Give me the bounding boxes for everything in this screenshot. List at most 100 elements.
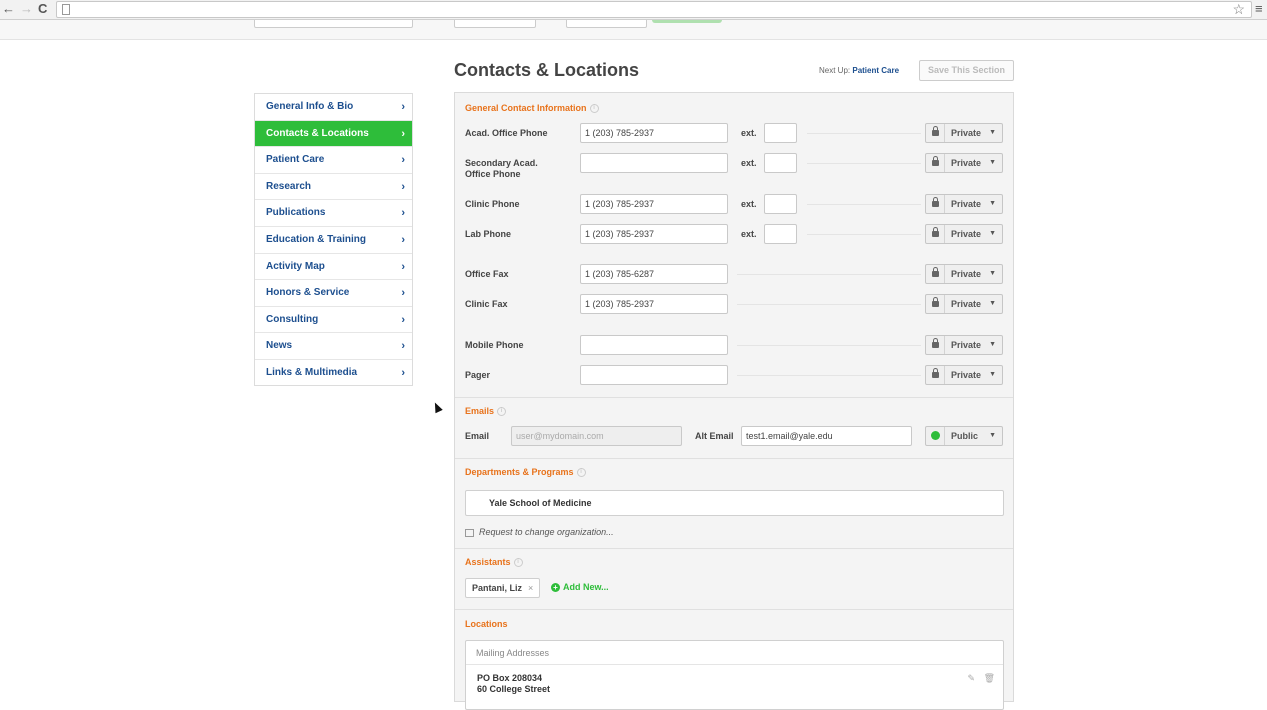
section-divider	[455, 397, 1013, 398]
browser-menu-icon[interactable]: ≡	[1255, 1, 1263, 16]
chevron-right-icon: ›	[401, 287, 405, 300]
lock-icon	[931, 197, 939, 207]
clinic-fax-input[interactable]: 1 (203) 785-2937	[580, 294, 728, 314]
info-icon[interactable]: i	[513, 558, 523, 568]
clinic-phone-input[interactable]: 1 (203) 785-2937	[580, 194, 728, 214]
address-actions: ✎ 🗑	[968, 673, 996, 684]
nav-item-general-info[interactable]: General Info & Bio ›	[255, 94, 412, 121]
nav-item-activity-map[interactable]: Activity Map ›	[255, 254, 412, 281]
row-label: Pager	[465, 370, 491, 380]
trash-icon[interactable]: 🗑	[984, 673, 995, 683]
email-input[interactable]: user@mydomain.com	[511, 426, 682, 446]
acad-office-phone-input[interactable]: 1 (203) 785-2937	[580, 123, 728, 143]
header-field	[454, 20, 536, 28]
chevron-right-icon: ›	[401, 233, 405, 246]
privacy-dropdown[interactable]: Private ▼	[925, 194, 1003, 214]
contacts-panel: General Contact Information i Acad. Offic…	[454, 92, 1014, 710]
privacy-dropdown[interactable]: Private ▼	[925, 365, 1003, 385]
save-section-button[interactable]: Save This Section	[919, 60, 1014, 81]
nav-item-education-training[interactable]: Education & Training ›	[255, 227, 412, 254]
back-icon[interactable]: ←	[2, 2, 15, 16]
section-title-emails: Emails i	[465, 406, 507, 417]
chevron-right-icon: ›	[401, 207, 405, 220]
chevron-right-icon: ›	[401, 101, 405, 113]
lab-phone-input[interactable]: 1 (203) 785-2937	[580, 224, 728, 244]
nav-item-publications[interactable]: Publications ›	[255, 200, 412, 227]
header-field	[566, 20, 647, 28]
divider	[737, 274, 921, 275]
caret-down-icon: ▼	[989, 270, 996, 277]
mailing-addresses-header: Mailing Addresses	[466, 641, 1003, 665]
ext-input[interactable]	[764, 123, 797, 143]
info-icon[interactable]: i	[576, 468, 586, 478]
info-icon[interactable]: i	[589, 104, 599, 114]
email-label: Email	[465, 431, 490, 441]
edit-icon[interactable]: ✎	[968, 673, 976, 683]
section-title-contact: General Contact Information i	[465, 103, 599, 114]
section-title-departments: Departments & Programs i	[465, 467, 586, 478]
ext-input[interactable]	[764, 224, 797, 244]
lock-icon	[931, 297, 939, 307]
nav-item-links-multimedia[interactable]: Links & Multimedia ›	[255, 360, 412, 387]
page-header-remnant	[0, 20, 1267, 40]
next-up: Next Up: Patient Care	[819, 66, 900, 75]
caret-down-icon: ▼	[989, 159, 996, 166]
ext-label: ext.	[741, 128, 757, 138]
ext-label: ext.	[741, 158, 757, 168]
section-title-assistants: Assistants i	[465, 557, 523, 568]
ext-label: ext.	[741, 229, 757, 239]
privacy-dropdown[interactable]: Private ▼	[925, 123, 1003, 143]
reload-icon[interactable]: C	[38, 2, 47, 16]
ext-input[interactable]	[764, 194, 797, 214]
mobile-phone-input[interactable]	[580, 335, 728, 355]
caret-down-icon: ▼	[989, 230, 996, 237]
nav-item-research[interactable]: Research ›	[255, 174, 412, 201]
row-label: Lab Phone	[465, 229, 512, 239]
address-bar[interactable]: ☆	[56, 1, 1252, 18]
caret-down-icon: ▼	[989, 300, 996, 307]
nav-item-news[interactable]: News ›	[255, 333, 412, 360]
add-assistant-button[interactable]: + Add New...	[551, 582, 609, 592]
request-change-link[interactable]: Request to change organization...	[465, 527, 614, 537]
plus-icon: +	[551, 583, 560, 592]
organization-field: Yale School of Medicine	[465, 490, 1004, 516]
caret-down-icon: ▼	[989, 371, 996, 378]
privacy-dropdown[interactable]: Private ▼	[925, 335, 1003, 355]
pager-input[interactable]	[580, 365, 728, 385]
info-icon[interactable]: i	[497, 407, 507, 417]
section-nav: General Info & Bio › Contacts & Locations…	[254, 93, 413, 386]
divider	[737, 304, 921, 305]
secondary-phone-input[interactable]	[580, 153, 728, 173]
privacy-dropdown[interactable]: Private ▼	[925, 294, 1003, 314]
bookmark-star-icon[interactable]: ☆	[1232, 1, 1245, 18]
divider	[737, 375, 921, 376]
ext-label: ext.	[741, 199, 757, 209]
forward-icon[interactable]: →	[20, 2, 33, 16]
page-icon	[62, 4, 70, 15]
remove-icon[interactable]: ×	[528, 583, 533, 593]
lock-icon	[931, 156, 939, 166]
chevron-right-icon: ›	[401, 260, 405, 273]
header-field	[254, 20, 413, 28]
row-label: Clinic Phone	[465, 199, 520, 209]
nav-item-honors-service[interactable]: Honors & Service ›	[255, 280, 412, 307]
edit-icon	[465, 528, 474, 537]
privacy-dropdown[interactable]: Private ▼	[925, 224, 1003, 244]
lock-icon	[931, 338, 939, 348]
ext-input[interactable]	[764, 153, 797, 173]
divider	[807, 133, 921, 134]
alt-email-label: Alt Email	[695, 431, 734, 441]
privacy-dropdown[interactable]: Private ▼	[925, 153, 1003, 173]
privacy-dropdown[interactable]: Private ▼	[925, 264, 1003, 284]
alt-email-input[interactable]: test1.email@yale.edu	[741, 426, 912, 446]
office-fax-input[interactable]: 1 (203) 785-6287	[580, 264, 728, 284]
section-divider	[455, 548, 1013, 549]
next-up-link[interactable]: Patient Care	[852, 66, 899, 75]
lock-icon	[931, 368, 939, 378]
nav-item-contacts-locations[interactable]: Contacts & Locations ›	[255, 120, 412, 148]
nav-item-patient-care[interactable]: Patient Care ›	[255, 147, 412, 174]
privacy-dropdown[interactable]: Public ▼	[925, 426, 1003, 446]
row-label: Secondary Acad. Office Phone	[465, 158, 538, 179]
chevron-right-icon: ›	[401, 154, 405, 167]
nav-item-consulting[interactable]: Consulting ›	[255, 307, 412, 334]
